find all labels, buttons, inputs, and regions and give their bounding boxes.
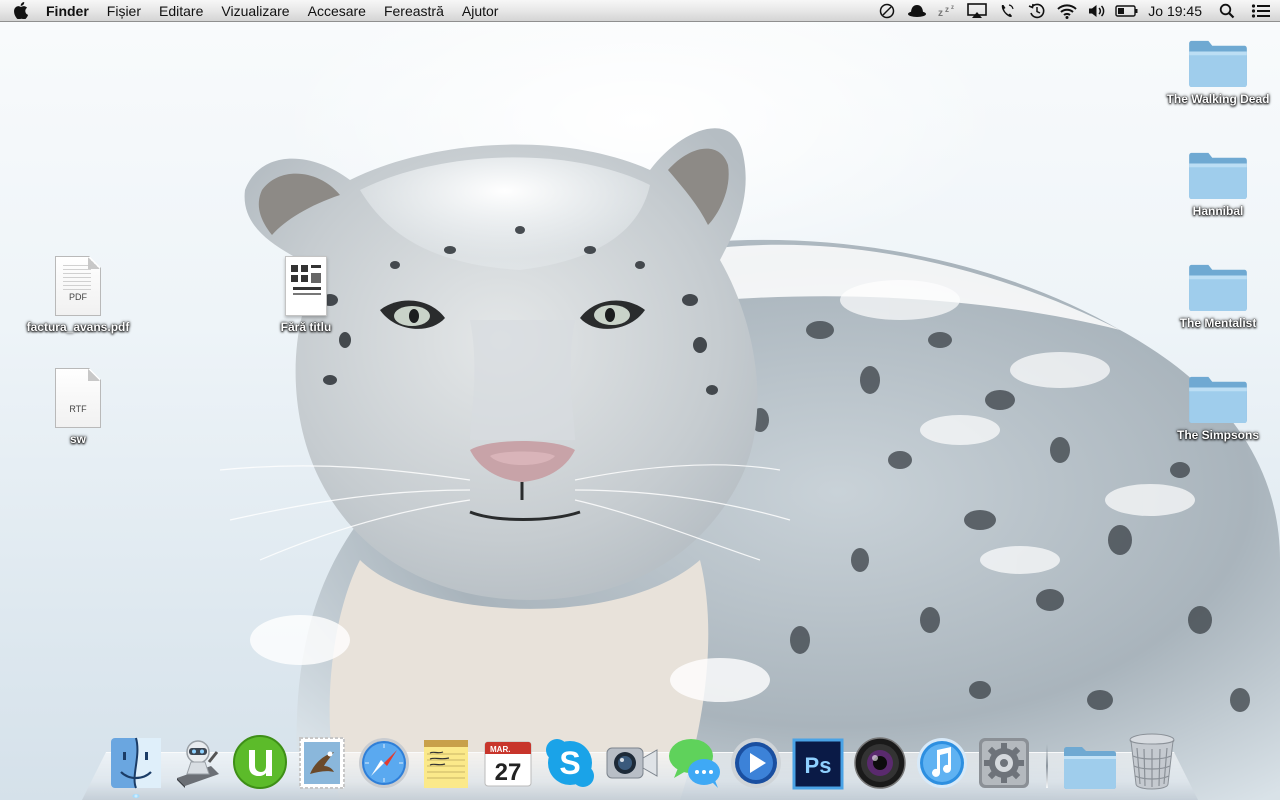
apple-logo-icon[interactable] — [0, 0, 40, 22]
folder-icon — [1189, 264, 1247, 312]
desktop-folder-label: The Simpsons — [1176, 428, 1259, 442]
menu-help[interactable]: Ajutor — [453, 0, 508, 22]
desktop-folder-walking-dead[interactable]: The Walking Dead — [1163, 38, 1273, 107]
desktop-folder-label: The Mentalist — [1179, 316, 1257, 330]
menu-bar: Finder Fișier Editare Vizualizare Accesa… — [0, 0, 1280, 22]
folder-icon — [1189, 40, 1247, 88]
gear-icon — [979, 738, 1029, 788]
dock-facetime[interactable] — [604, 730, 660, 790]
dock-utorrent[interactable] — [232, 730, 288, 790]
skype-icon: S — [546, 739, 594, 787]
quicktime-icon — [731, 738, 781, 788]
volume-icon[interactable] — [1082, 0, 1112, 22]
stack-folder-icon — [1064, 747, 1116, 789]
snow-leopard-illustration — [219, 128, 1280, 800]
dock-trash[interactable] — [1124, 730, 1180, 790]
desktop-file-label: factura_avans.pdf — [26, 320, 130, 334]
desktop-folder-label: Hannibal — [1192, 204, 1244, 218]
wifi-icon[interactable] — [1052, 0, 1082, 22]
automator-icon — [177, 740, 219, 788]
desktop-file-pdf[interactable]: PDF factura_avans.pdf — [23, 256, 133, 335]
hat-icon[interactable] — [902, 0, 932, 22]
menu-clock[interactable]: Jo 19:45 — [1142, 0, 1212, 22]
menu-go[interactable]: Accesare — [299, 0, 375, 22]
dock-stack-folder[interactable] — [1062, 730, 1118, 790]
battery-icon[interactable] — [1112, 0, 1142, 22]
dock-photo-booth[interactable] — [852, 730, 908, 790]
phone-icon[interactable] — [992, 0, 1022, 22]
desktop-folder-hannibal[interactable]: Hannibal — [1163, 150, 1273, 219]
dock-automator[interactable] — [170, 730, 226, 790]
spotlight-search-icon[interactable] — [1212, 0, 1242, 22]
messages-bubble-icon — [669, 739, 720, 788]
svg-text:S: S — [559, 745, 580, 781]
photoshop-icon: Ps — [792, 738, 844, 790]
menu-edit[interactable]: Editare — [150, 0, 212, 22]
menu-file[interactable]: Fișier — [98, 0, 150, 22]
desktop-folder-mentalist[interactable]: The Mentalist — [1163, 262, 1273, 331]
dock-mail[interactable] — [294, 730, 350, 790]
dock-quicktime[interactable] — [728, 730, 784, 790]
desktop-file-label: sw — [69, 432, 86, 446]
dock-safari[interactable] — [356, 730, 412, 790]
desktop-folder-simpsons[interactable]: The Simpsons — [1163, 374, 1273, 443]
camera-lens-icon — [854, 737, 906, 789]
facetime-camera-icon — [606, 747, 658, 779]
time-machine-icon[interactable] — [1022, 0, 1052, 22]
dock-notes[interactable] — [418, 730, 474, 790]
dock: MAR. 27 S Ps — [108, 724, 1180, 798]
sleep-icon[interactable]: zzz — [932, 0, 962, 22]
rtf-document-icon: RTF — [55, 368, 101, 428]
svg-text:z: z — [951, 5, 954, 11]
dock-system-preferences[interactable] — [976, 730, 1032, 790]
airplay-icon[interactable] — [962, 0, 992, 22]
menu-window[interactable]: Fereastră — [375, 0, 453, 22]
menu-app-name[interactable]: Finder — [40, 0, 98, 22]
do-not-disturb-icon[interactable] — [872, 0, 902, 22]
mail-stamp-icon — [299, 737, 345, 789]
dock-separator — [1046, 744, 1048, 788]
running-indicator — [132, 794, 140, 798]
svg-text:z: z — [945, 5, 949, 14]
notes-icon — [424, 740, 468, 788]
folder-icon — [1189, 152, 1247, 200]
notification-center-icon[interactable] — [1242, 0, 1280, 22]
itunes-note-icon — [917, 738, 967, 788]
utorrent-icon — [233, 735, 287, 789]
menu-view[interactable]: Vizualizare — [212, 0, 298, 22]
finder-icon — [111, 737, 161, 789]
document-thumbnail-icon — [285, 256, 327, 316]
desktop-folder-label: The Walking Dead — [1166, 92, 1270, 106]
desktop-wallpaper — [0, 0, 1280, 800]
dock-messages[interactable] — [666, 730, 722, 790]
desktop-file-untitled[interactable]: Fără titlu — [251, 256, 361, 335]
desktop-file-rtf[interactable]: RTF sw — [23, 368, 133, 447]
pdf-document-icon: PDF — [55, 256, 101, 316]
svg-text:MAR.: MAR. — [490, 745, 510, 754]
dock-finder[interactable] — [108, 730, 164, 798]
svg-text:z: z — [938, 8, 943, 18]
dock-calendar[interactable]: MAR. 27 — [480, 730, 536, 790]
calendar-icon: MAR. 27 — [484, 741, 532, 787]
safari-compass-icon — [359, 738, 409, 788]
dock-skype[interactable]: S — [542, 730, 598, 790]
svg-text:27: 27 — [495, 759, 522, 786]
dock-itunes[interactable] — [914, 730, 970, 790]
trash-icon — [1129, 733, 1175, 790]
folder-icon — [1189, 376, 1247, 424]
desktop-file-label: Fără titlu — [280, 320, 332, 334]
dock-photoshop[interactable]: Ps — [790, 730, 846, 790]
svg-text:Ps: Ps — [805, 753, 832, 778]
